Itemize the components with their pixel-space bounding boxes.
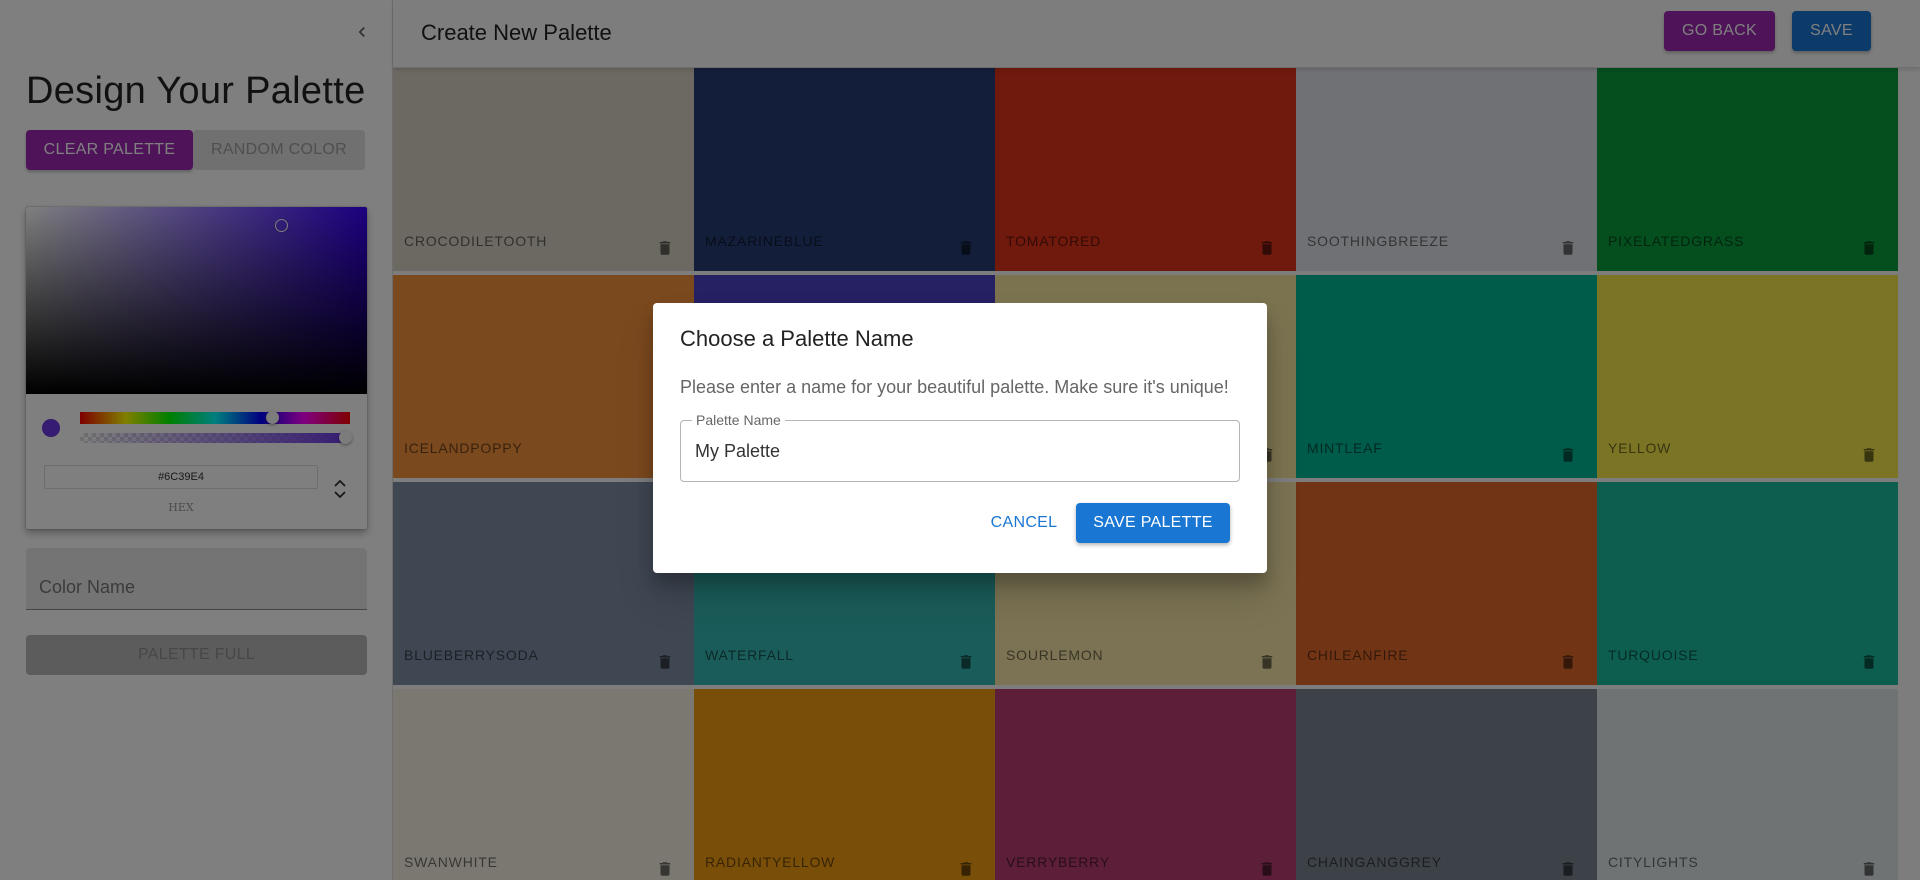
dialog-title: Choose a Palette Name bbox=[680, 326, 914, 351]
save-palette-button[interactable]: SAVE PALETTE bbox=[1076, 503, 1230, 543]
palette-name-field: Palette Name bbox=[680, 412, 1240, 482]
cancel-button[interactable]: CANCEL bbox=[982, 503, 1066, 543]
dialog-text: Please enter a name for your beautiful p… bbox=[680, 377, 1229, 397]
palette-name-input[interactable] bbox=[681, 421, 1239, 481]
palette-name-dialog: Choose a Palette Name Please enter a nam… bbox=[653, 303, 1267, 573]
palette-name-label: Palette Name bbox=[692, 412, 785, 428]
